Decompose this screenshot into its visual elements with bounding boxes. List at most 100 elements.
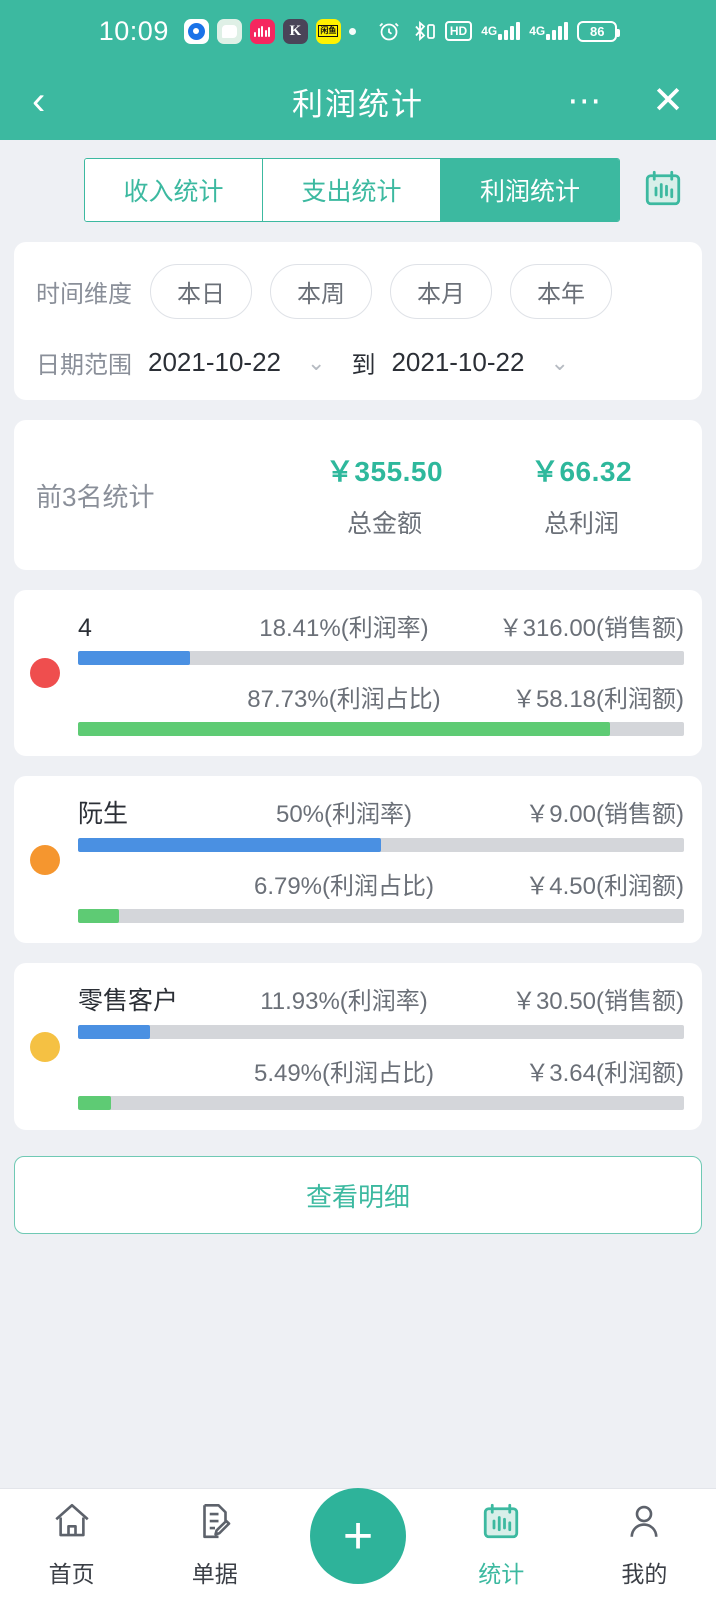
profit-share-bar-fill — [78, 909, 120, 923]
hd-volte-icon: HD — [444, 21, 473, 41]
profit-rate-bar-fill — [78, 838, 381, 852]
profit-share-bar-track — [78, 909, 684, 923]
total-profit-value: ￥66.32 — [530, 456, 633, 487]
profit-rate-bar-track — [78, 1025, 684, 1039]
add-button[interactable]: + — [310, 1487, 406, 1584]
total-amount-value: ￥355.50 — [325, 456, 444, 487]
date-range-row: 日期范围 2021-10-22 ⌄ 到 2021-10-22 ⌄ — [36, 345, 680, 380]
date-from-field[interactable]: 2021-10-22 — [148, 347, 281, 378]
profit-amount-text: ￥58.18(利润额) — [511, 686, 684, 713]
ranking-row-line-2: .87.73%(利润占比)￥58.18(利润额) — [78, 679, 684, 714]
more-dots-icon[interactable]: ⋯ — [567, 84, 604, 118]
calendar-chart-icon[interactable] — [642, 167, 684, 214]
total-amount-caption: 总金额 — [346, 510, 422, 538]
profit-rate-bar-fill — [78, 651, 190, 665]
ranking-row-line-1: 阮生 50%(利润率) ￥9.00(销售额) — [78, 794, 684, 830]
profit-share-bar-track — [78, 722, 684, 736]
ranking-row-line-1: 4 18.41%(利润率) ￥316.00(销售额) — [78, 608, 684, 643]
ranking-row-body: 418.41%(利润率)￥316.00(销售额).87.73%(利润占比)￥58… — [78, 608, 684, 738]
profit-amount-text: ￥4.50(利润额) — [525, 873, 684, 900]
app-icon-white-chat — [216, 18, 242, 44]
time-option-week[interactable]: 本周 — [270, 264, 372, 319]
rank-dot — [30, 1031, 60, 1062]
signal-bars — [546, 22, 569, 40]
nav-label-documents: 单据 — [191, 1561, 238, 1587]
profit-share-text: 5.49%(利润占比) — [253, 1060, 435, 1087]
battery-icon: 86 — [577, 20, 621, 42]
nav-label-profile: 我的 — [621, 1561, 668, 1587]
profit-share-text: 87.73%(利润占比) — [247, 686, 441, 713]
time-option-year[interactable]: 本年 — [510, 264, 612, 319]
summary-label: 前3名统计 — [36, 481, 155, 512]
customer-name: 零售客户 — [78, 987, 179, 1015]
profit-share-bar-track — [78, 1096, 684, 1110]
plus-icon: + — [342, 1506, 374, 1565]
chevron-down-icon[interactable]: ⌄ — [307, 350, 325, 376]
summary-total-amount: ￥355.50 总金额 — [286, 450, 483, 540]
profit-rate-bar-fill — [78, 1025, 151, 1039]
ranking-row[interactable]: 零售客户11.93%(利润率)￥30.50(销售额).5.49%(利润占比)￥3… — [14, 963, 702, 1130]
header-actions: ⋯ ✕ — [567, 82, 684, 120]
chevron-down-icon[interactable]: ⌄ — [550, 350, 568, 376]
ranking-row-line-2: .6.79%(利润占比)￥4.50(利润额) — [78, 866, 684, 901]
rank-dot — [30, 844, 60, 875]
nav-item-profile[interactable]: 我的 — [573, 1500, 716, 1589]
signal-4g-icon: 4G — [481, 22, 521, 40]
sales-amount-text: ￥9.00(销售额) — [525, 801, 684, 828]
app-icon-blue-circle — [183, 18, 209, 44]
nav-item-statistics[interactable]: 统计 — [430, 1500, 573, 1589]
status-app-icons: K 闲鱼 — [183, 18, 356, 44]
tab-profit-statistics[interactable]: 利润统计 — [441, 159, 619, 221]
profit-share-text: 6.79%(利润占比) — [253, 873, 435, 900]
tab-expense-statistics[interactable]: 支出统计 — [263, 159, 441, 221]
ranking-row-body: 零售客户11.93%(利润率)￥30.50(销售额).5.49%(利润占比)￥3… — [78, 981, 684, 1112]
alarm-icon — [377, 19, 401, 43]
summary-card: 前3名统计 ￥355.50 总金额 ￥66.32 总利润 — [14, 420, 702, 570]
page-body: 收入统计 支出统计 利润统计 时间维度 本日 本周 本月 本年 日期范围 202… — [0, 140, 716, 1488]
signal-4g-data-icon: 4G — [529, 22, 569, 40]
profit-rate-bar-track — [78, 838, 684, 852]
close-icon[interactable]: ✕ — [652, 82, 684, 120]
ranking-row[interactable]: 418.41%(利润率)￥316.00(销售额).87.73%(利润占比)￥58… — [14, 590, 702, 756]
app-icon-kuaishou: K — [282, 18, 308, 44]
app-screen: 10:09 K 闲鱼 HD 4G 4G 86 ‹ 利润统计 ⋯ ✕ 收入统计 支… — [0, 0, 716, 1600]
bluetooth-icon — [410, 19, 436, 43]
tab-income-statistics[interactable]: 收入统计 — [85, 159, 263, 221]
profit-rate-text: 11.93%(利润率) — [260, 988, 428, 1015]
ranking-row-body: 阮生50%(利润率)￥9.00(销售额).6.79%(利润占比)￥4.50(利润… — [78, 794, 684, 925]
profit-rate-bar-track — [78, 651, 684, 665]
time-option-today[interactable]: 本日 — [150, 264, 252, 319]
nav-item-home[interactable]: 首页 — [0, 1500, 143, 1589]
profit-amount-text: ￥3.64(利润额) — [525, 1060, 684, 1087]
customer-name: 4 — [78, 614, 92, 642]
sales-amount-text: ￥316.00(销售额) — [498, 615, 684, 642]
page-header: ‹ 利润统计 ⋯ ✕ — [0, 62, 716, 140]
time-dimension-row: 时间维度 本日 本周 本月 本年 — [36, 264, 680, 319]
sales-amount-text: ￥30.50(销售额) — [511, 988, 684, 1015]
app-icon-xianyu: 闲鱼 — [315, 18, 341, 44]
bottom-navigation: 首页 单据 + 统计 我的 — [0, 1487, 716, 1600]
nav-label-home: 首页 — [48, 1561, 95, 1587]
home-icon — [51, 1500, 93, 1547]
profit-rate-text: 18.41%(利润率) — [259, 615, 429, 642]
profit-share-bar-fill — [78, 1096, 112, 1110]
status-system-icons: HD 4G 4G 86 — [377, 19, 621, 43]
time-option-month[interactable]: 本月 — [390, 264, 492, 319]
status-bar: 10:09 K 闲鱼 HD 4G 4G 86 — [0, 0, 716, 62]
time-dimension-label: 时间维度 — [36, 281, 132, 308]
back-button[interactable]: ‹ — [32, 81, 45, 121]
nav-item-documents[interactable]: 单据 — [143, 1500, 286, 1589]
ranking-list: 418.41%(利润率)￥316.00(销售额).87.73%(利润占比)￥58… — [14, 590, 702, 1130]
view-detail-button[interactable]: 查看明细 — [14, 1156, 702, 1234]
date-to-field[interactable]: 2021-10-22 — [391, 347, 524, 378]
profit-rate-text: 50%(利润率) — [275, 801, 413, 828]
status-overflow-dot — [348, 27, 356, 35]
rank-dot — [30, 658, 60, 688]
nav-label-statistics: 统计 — [478, 1561, 525, 1587]
date-range-separator: 到 — [351, 352, 376, 379]
filter-card: 时间维度 本日 本周 本月 本年 日期范围 2021-10-22 ⌄ 到 202… — [14, 242, 702, 400]
ranking-row-line-1: 零售客户 11.93%(利润率) ￥30.50(销售额) — [78, 981, 684, 1017]
segmented-control: 收入统计 支出统计 利润统计 — [84, 158, 620, 222]
ranking-row[interactable]: 阮生50%(利润率)￥9.00(销售额).6.79%(利润占比)￥4.50(利润… — [14, 776, 702, 943]
total-profit-caption: 总利润 — [543, 510, 619, 538]
